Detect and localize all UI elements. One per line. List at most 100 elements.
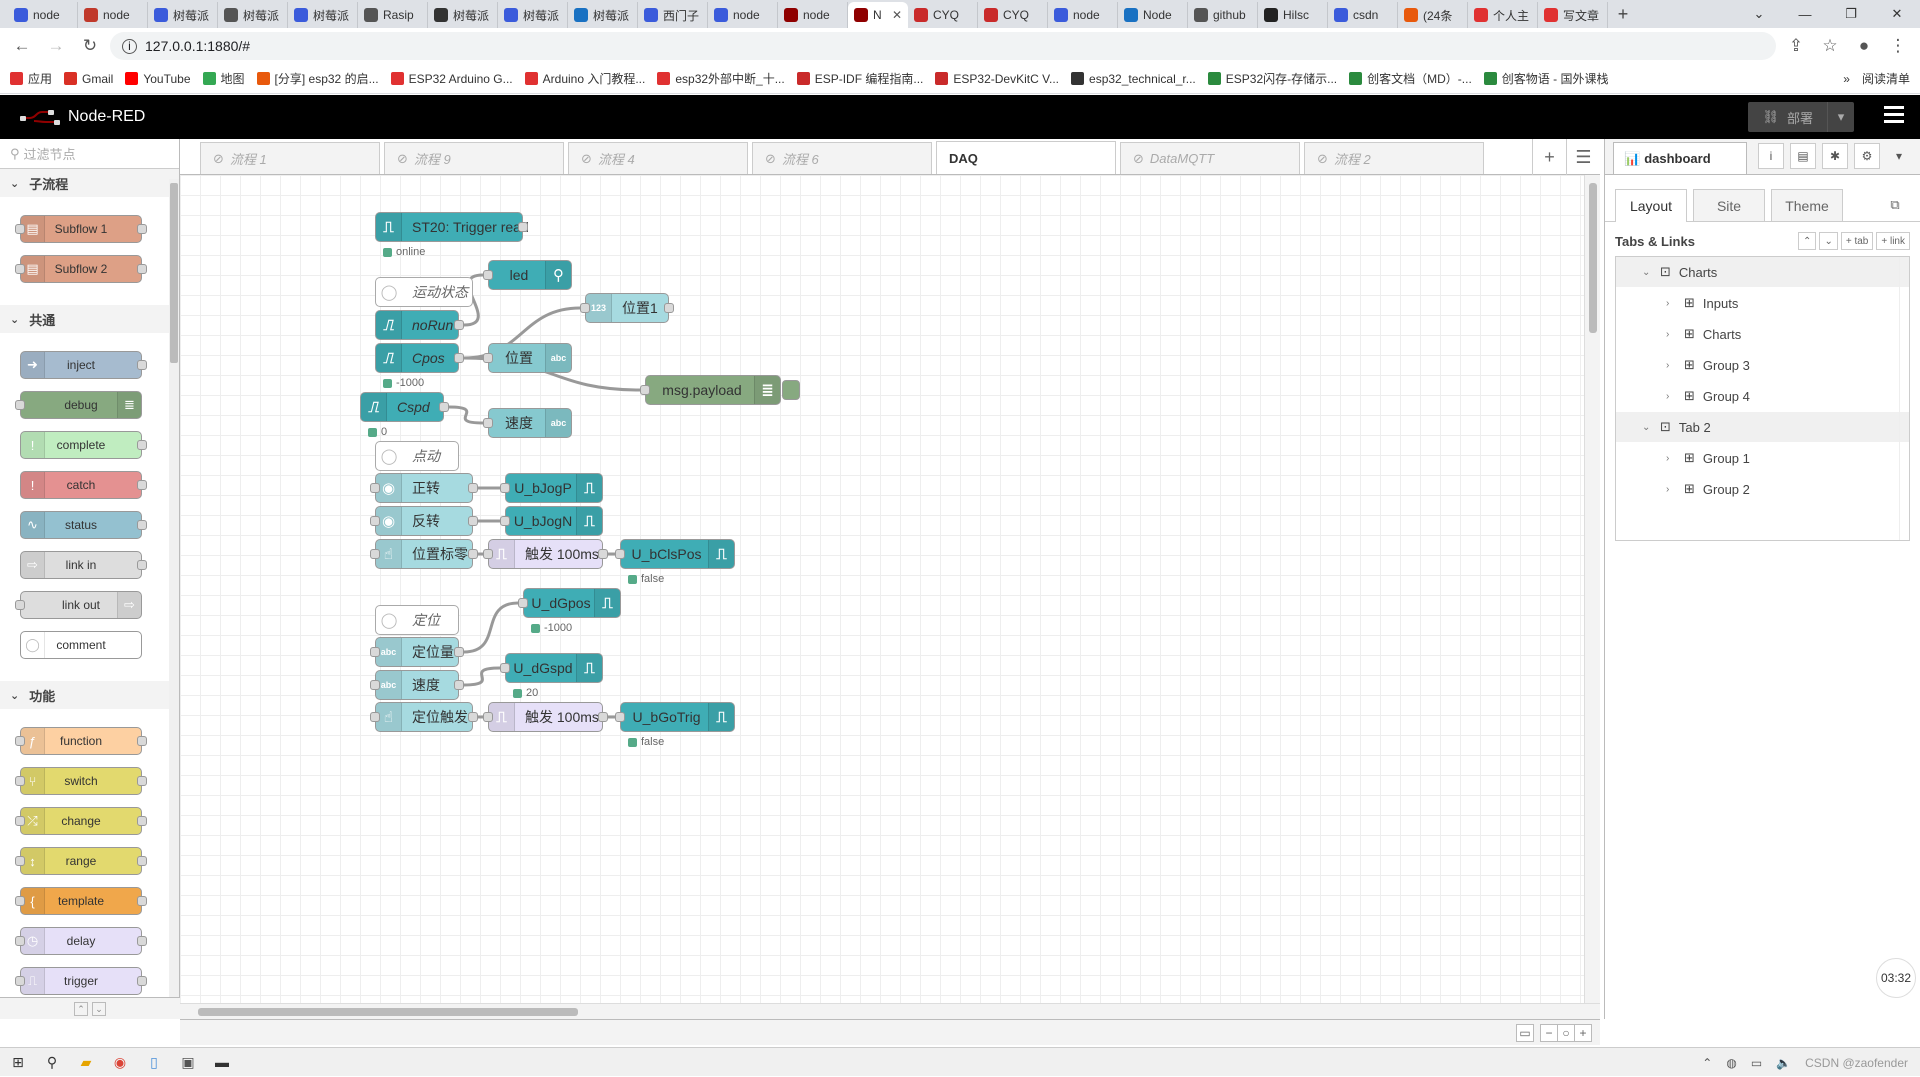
tree-tab-row[interactable]: ⌄ ⊡ Tab 2 [1616, 412, 1909, 443]
palette-node-change[interactable]: ⤮ change [15, 807, 147, 835]
output-port[interactable] [454, 647, 464, 657]
output-port[interactable] [137, 360, 147, 370]
input-port[interactable] [500, 516, 510, 526]
palette-category-header[interactable]: ⌄ 共通 [0, 305, 179, 333]
flow-tab[interactable]: ⊘ 流程 2 [1304, 142, 1484, 174]
flow-tab[interactable]: DAQ [936, 141, 1116, 174]
output-port[interactable] [454, 353, 464, 363]
zoom-in-button[interactable]: + [1574, 1024, 1592, 1042]
sidebar-subtab[interactable]: Layout [1615, 189, 1687, 222]
palette-node-template[interactable]: {template [15, 887, 147, 915]
external-link-icon[interactable]: ⧉ [1880, 189, 1910, 221]
collapse-tree-button[interactable]: ⌃ [1798, 232, 1817, 250]
output-port[interactable] [468, 549, 478, 559]
bookmark-item[interactable]: 创客文档（MD）-... [1349, 70, 1472, 87]
browser-tab[interactable]: 树莓派 [218, 2, 288, 28]
palette-node-Subflow-1[interactable]: ▤ Subflow 1 [15, 215, 147, 243]
flow-node-plc-in[interactable]: ⎍ ST20: Trigger read [375, 212, 529, 242]
browser-tab[interactable]: N ✕ [848, 2, 908, 28]
browser-tab[interactable]: (24条 [1398, 2, 1468, 28]
palette-node-link-in[interactable]: ⇨ link in [20, 551, 147, 579]
windows-start-icon[interactable]: ⊞ [8, 1052, 28, 1072]
output-port[interactable] [468, 516, 478, 526]
input-port[interactable] [15, 400, 25, 410]
collapse-all-button[interactable]: ⌃ [74, 1001, 88, 1016]
input-port[interactable] [370, 483, 380, 493]
bookmark-item[interactable]: YouTube [125, 72, 191, 86]
flow-node-ui-text[interactable]: abc 速度 [483, 408, 572, 438]
output-port[interactable] [664, 303, 674, 313]
search-icon[interactable]: ⚲ [42, 1052, 62, 1072]
tab-search-icon[interactable]: ⌄ [1736, 0, 1782, 28]
tree-group-row[interactable]: › ⊞ Group 1 [1616, 443, 1909, 474]
input-port[interactable] [483, 418, 493, 428]
flow-tab[interactable]: ⊘ 流程 9 [384, 142, 564, 174]
flow-node-trigger[interactable]: ⎍ 触发 100ms [483, 702, 608, 732]
bug-icon[interactable]: ✱ [1822, 143, 1848, 169]
browser-tab[interactable]: node [78, 2, 148, 28]
bookmark-item[interactable]: ESP-IDF 编程指南... [796, 70, 923, 87]
output-port[interactable] [518, 222, 528, 232]
output-port[interactable] [598, 712, 608, 722]
flow-tab[interactable]: ⊘ 流程 4 [568, 142, 748, 174]
bookmark-item[interactable]: 应用 [10, 70, 52, 87]
chevron-right-icon[interactable]: › [1666, 484, 1676, 495]
flow-node-plc-in[interactable]: ⎍ Cspd [360, 392, 449, 422]
chevron-right-icon[interactable]: › [1666, 329, 1676, 340]
deploy-button[interactable]: ⛓ 部署 ▾ [1748, 102, 1854, 132]
output-port[interactable] [598, 549, 608, 559]
palette-node-comment[interactable]: ◯ comment [20, 631, 142, 659]
output-port[interactable] [454, 680, 464, 690]
reload-button[interactable]: ↻ [76, 32, 104, 60]
output-port[interactable] [137, 440, 147, 450]
add-link-button[interactable]: + link [1876, 232, 1910, 250]
chevron-right-icon[interactable]: › [1666, 391, 1676, 402]
browser-tab[interactable]: 树莓派 [428, 2, 498, 28]
output-port[interactable] [137, 480, 147, 490]
flow-tab[interactable]: ⊘ DataMQTT [1120, 142, 1300, 174]
output-port[interactable] [137, 560, 147, 570]
output-port[interactable] [468, 712, 478, 722]
flow-node-plc-out[interactable]: ⎍ U_bClsPos [615, 539, 735, 569]
browser-tab[interactable]: csdn [1328, 2, 1398, 28]
input-port[interactable] [15, 600, 25, 610]
output-port[interactable] [137, 520, 147, 530]
bookmark-star-icon[interactable]: ☆ [1816, 32, 1844, 60]
bookmark-item[interactable]: Arduino 入门教程... [524, 70, 645, 87]
flow-node-plc-out[interactable]: ⎍ U_bGoTrig [615, 702, 735, 732]
gear-icon[interactable]: ⚙ [1854, 143, 1880, 169]
input-port[interactable] [15, 264, 25, 274]
input-port[interactable] [15, 856, 25, 866]
tray-app-icon[interactable]: ◍ [1726, 1056, 1736, 1070]
minimize-button[interactable]: — [1782, 0, 1828, 28]
address-bar[interactable]: i 127.0.0.1:1880/# [110, 32, 1776, 60]
input-port[interactable] [518, 598, 528, 608]
browser-tab[interactable]: 树莓派 [148, 2, 218, 28]
palette-node-status[interactable]: ∿ status [20, 511, 147, 539]
input-port[interactable] [15, 224, 25, 234]
tree-group-row[interactable]: › ⊞ Charts [1616, 319, 1909, 350]
palette-node-range[interactable]: ↕ range [15, 847, 147, 875]
output-port[interactable] [137, 736, 147, 746]
zoom-out-button[interactable]: − [1540, 1024, 1558, 1042]
palette-node-complete[interactable]: ! complete [20, 431, 147, 459]
flow-node-plc-out[interactable]: ⎍ U_dGspd [500, 653, 603, 683]
chevron-down-icon[interactable]: ⌄ [1642, 267, 1652, 278]
palette-node-trigger[interactable]: ⎍ trigger [15, 967, 147, 995]
input-port[interactable] [15, 976, 25, 986]
navigator-button[interactable]: ▭ [1516, 1024, 1534, 1042]
flow-node-plc-out[interactable]: ⎍ U_bJogN [500, 506, 603, 536]
reading-list-button[interactable]: 阅读清单 [1862, 70, 1910, 87]
profile-avatar[interactable]: ● [1850, 32, 1878, 60]
bookmark-item[interactable]: 地图 [202, 70, 245, 87]
input-port[interactable] [15, 816, 25, 826]
tree-group-row[interactable]: › ⊞ Inputs [1616, 288, 1909, 319]
chrome-icon[interactable]: ◉ [110, 1052, 130, 1072]
flow-node-ui-text-input[interactable]: abc 速度 [370, 670, 464, 700]
input-port[interactable] [500, 483, 510, 493]
canvas-horizontal-scrollbar[interactable] [180, 1003, 1600, 1019]
back-button[interactable]: ← [8, 32, 36, 60]
browser-tab[interactable]: 树莓派 [288, 2, 358, 28]
new-tab-button[interactable]: + [1608, 2, 1638, 28]
tree-group-row[interactable]: › ⊞ Group 3 [1616, 350, 1909, 381]
